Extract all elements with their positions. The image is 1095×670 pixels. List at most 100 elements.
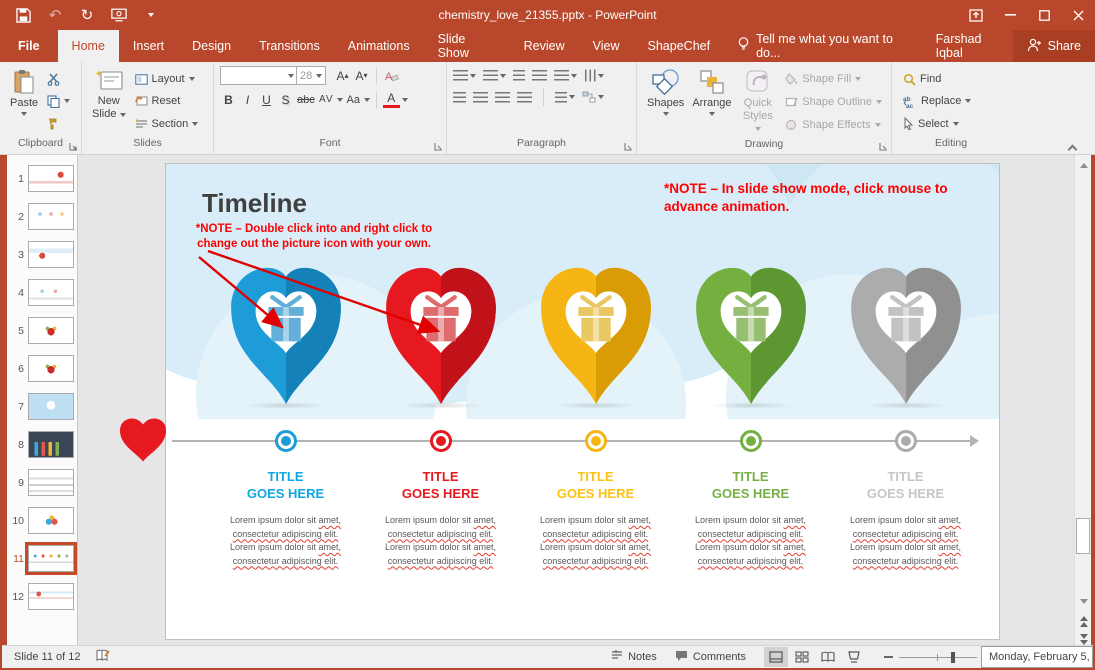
thumbnail-image[interactable] <box>28 583 74 610</box>
justify-icon[interactable] <box>517 92 532 103</box>
timeline-marker-blue[interactable] <box>275 430 297 452</box>
picture-note-text[interactable]: *NOTE – Double click into and right clic… <box>180 222 448 252</box>
section-dropdown-icon[interactable] <box>192 122 198 126</box>
thumbnail-slide-4[interactable]: 4 <box>7 279 77 306</box>
thumbnail-slide-5[interactable]: 5 <box>7 317 77 344</box>
new-slide-button[interactable]: NewSlide <box>88 66 130 137</box>
reading-view-icon[interactable] <box>816 647 840 667</box>
timeline-start-heart-icon[interactable] <box>118 417 168 464</box>
timeline-marker-gold[interactable] <box>585 430 607 452</box>
underline-button[interactable]: U <box>258 90 275 109</box>
pin-body-text[interactable]: Lorem ipsum dolor sit amet, consectetur … <box>673 514 828 568</box>
line-spacing-button[interactable] <box>554 70 577 81</box>
text-shadow-button[interactable]: S <box>277 90 294 109</box>
thumbnail-slide-2[interactable]: 2 <box>7 203 77 230</box>
tab-file[interactable]: File <box>0 30 58 62</box>
quick-styles-button[interactable]: QuickStyles <box>735 66 780 138</box>
tell-me-box[interactable]: Tell me what you want to do... <box>724 30 922 62</box>
thumbnail-image[interactable] <box>28 431 74 458</box>
thumbnail-image[interactable] <box>28 165 74 192</box>
paste-button[interactable]: Paste <box>6 66 42 137</box>
pin-body-text[interactable]: Lorem ipsum dolor sit amet, consectetur … <box>518 514 673 568</box>
line-spacing-dropdown-icon[interactable] <box>571 74 577 78</box>
save-icon[interactable] <box>14 6 32 24</box>
pin-title-blue[interactable]: TITLEGOES HERE <box>208 469 363 503</box>
tab-animations[interactable]: Animations <box>334 30 424 62</box>
tab-review[interactable]: Review <box>510 30 579 62</box>
zoom-track[interactable] <box>899 657 977 658</box>
shapes-button[interactable]: Shapes <box>643 66 688 138</box>
font-color-dropdown-icon[interactable] <box>402 98 408 102</box>
undo-icon[interactable]: ↶ <box>46 6 64 24</box>
replace-dropdown-icon[interactable] <box>965 99 971 103</box>
thumbnail-slide-8[interactable]: 8 <box>7 431 77 458</box>
tab-transitions[interactable]: Transitions <box>245 30 334 62</box>
drawing-dialog-launcher-icon[interactable] <box>878 142 888 152</box>
heart-pin-gray[interactable] <box>828 261 983 409</box>
tab-design[interactable]: Design <box>178 30 245 62</box>
align-left-icon[interactable] <box>453 92 466 103</box>
comments-button[interactable]: Comments <box>675 650 746 665</box>
bold-button[interactable]: B <box>220 90 237 109</box>
thumbnail-image[interactable] <box>28 545 74 572</box>
timeline-marker-green[interactable] <box>740 430 762 452</box>
shape-fill-dropdown-icon[interactable] <box>855 77 861 81</box>
maximize-icon[interactable] <box>1027 0 1061 30</box>
quick-styles-dropdown-icon[interactable] <box>755 127 761 131</box>
thumbnail-image[interactable] <box>28 279 74 306</box>
scroll-down-icon[interactable] <box>1076 593 1091 609</box>
slideshow-view-icon[interactable] <box>842 647 866 667</box>
heart-pin-green[interactable] <box>673 261 828 409</box>
tab-view[interactable]: View <box>579 30 634 62</box>
tab-slide-show[interactable]: Slide Show <box>424 30 510 62</box>
layout-button[interactable]: Layout <box>132 72 202 86</box>
timeline-marker-gray[interactable] <box>895 430 917 452</box>
find-button[interactable]: Find <box>900 72 1004 87</box>
start-slideshow-icon[interactable] <box>110 6 128 24</box>
previous-slide-icon[interactable] <box>1076 613 1091 629</box>
arrange-button[interactable]: Arrange <box>688 66 735 138</box>
thumbnail-slide-3[interactable]: 3 <box>7 241 77 268</box>
shapes-dropdown-icon[interactable] <box>663 112 669 116</box>
section-button[interactable]: Section <box>132 117 202 131</box>
font-dialog-launcher-icon[interactable] <box>433 142 443 152</box>
cut-button[interactable] <box>44 72 73 87</box>
minimize-icon[interactable] <box>993 0 1027 30</box>
font-name-input[interactable] <box>220 66 298 85</box>
font-size-dropdown-icon[interactable] <box>316 74 322 78</box>
close-icon[interactable] <box>1061 0 1095 30</box>
thumbnail-slide-7[interactable]: 7 <box>7 393 77 420</box>
normal-view-icon[interactable] <box>764 647 788 667</box>
heart-pin-blue[interactable] <box>208 261 363 409</box>
replace-button[interactable]: abac Replace <box>900 94 1004 109</box>
tab-home[interactable]: Home <box>58 30 119 62</box>
pin-title-green[interactable]: TITLEGOES HERE <box>673 469 828 503</box>
zoom-out-icon[interactable] <box>884 656 893 658</box>
thumbnail-slide-10[interactable]: 10 <box>7 507 77 534</box>
pin-body-text[interactable]: Lorem ipsum dolor sit amet, consectetur … <box>828 514 983 568</box>
thumbnail-image[interactable] <box>28 203 74 230</box>
columns-button[interactable] <box>555 92 575 103</box>
pin-title-gray[interactable]: TITLEGOES HERE <box>828 469 983 503</box>
thumbnail-slide-12[interactable]: 12 <box>7 583 77 610</box>
text-direction-dropdown-icon[interactable] <box>598 74 604 78</box>
heart-pin-red[interactable] <box>363 261 518 409</box>
strikethrough-button[interactable]: abc <box>296 90 316 109</box>
select-button[interactable]: Select <box>900 116 1004 131</box>
ribbon-display-options-icon[interactable] <box>959 0 993 30</box>
grow-font-button[interactable]: A▴ <box>334 66 351 85</box>
increase-indent-icon[interactable] <box>532 70 547 81</box>
thumbnail-image[interactable] <box>28 393 74 420</box>
slide-canvas[interactable]: Timeline *NOTE – In slide show mode, cli… <box>165 163 1000 640</box>
clipboard-dialog-launcher-icon[interactable] <box>68 142 78 152</box>
change-case-dropdown-icon[interactable] <box>364 98 370 102</box>
shape-effects-dropdown-icon[interactable] <box>875 123 881 127</box>
bullets-button[interactable] <box>453 70 476 81</box>
zoom-handle[interactable] <box>951 652 955 663</box>
shape-outline-button[interactable]: Shape Outline <box>782 95 885 109</box>
paste-dropdown-icon[interactable] <box>21 112 27 116</box>
notes-button[interactable]: Notes <box>611 650 657 664</box>
customize-qat-icon[interactable] <box>142 6 160 24</box>
animation-note-text[interactable]: *NOTE – In slide show mode, click mouse … <box>664 180 969 215</box>
thumbnail-image[interactable] <box>28 241 74 268</box>
